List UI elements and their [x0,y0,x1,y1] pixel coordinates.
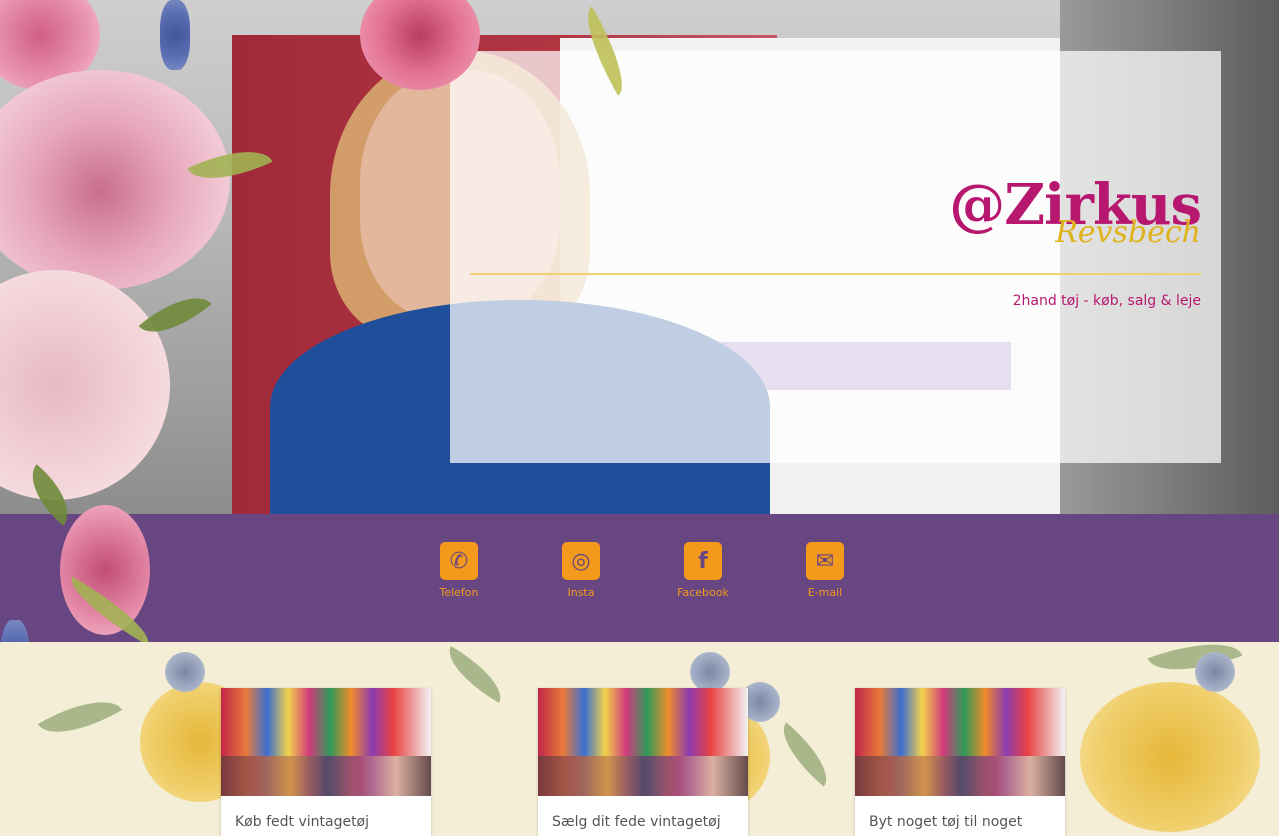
instagram-icon: ◎ [562,542,600,580]
card-title: Byt noget tøj til noget [869,814,1023,830]
service-card-swap[interactable]: Byt noget tøj til noget [855,688,1065,836]
phone-link[interactable]: ✆ Telefon [419,542,499,599]
pattern-leaf [770,722,840,787]
email-link[interactable]: ✉ E-mail [785,542,865,599]
services-section: Køb fedt vintagetøj Sælg dit fede vintag… [0,642,1279,836]
pattern-berry [690,652,730,692]
envelope-icon: ✉ [806,542,844,580]
clothing-rack-image [855,688,1065,796]
divider-line [470,273,1201,275]
email-label: E-mail [807,586,843,599]
tagline: 2hand tøj - køb, salg & leje [1012,293,1201,309]
card-title: Sælg dit fede vintagetøj [552,814,721,830]
service-card-buy[interactable]: Køb fedt vintagetøj [221,688,431,836]
site-logo[interactable]: @Zirkus Revsbech [949,177,1202,250]
phone-icon: ✆ [440,542,478,580]
phone-label: Telefon [439,586,479,599]
social-links-bar: ✆ Telefon ◎ Insta f Facebook ✉ E-mail [0,514,1279,642]
facebook-label: Facebook [677,586,729,599]
pattern-berry [1195,652,1235,692]
grape-hyacinth-decoration [160,0,190,70]
service-card-sell[interactable]: Sælg dit fede vintagetøj [538,688,748,836]
pattern-leaf [37,684,123,750]
pattern-berry [165,652,205,692]
instagram-label: Insta [567,586,595,599]
clothing-rack-image [221,688,431,796]
clothing-rack-image [538,688,748,796]
pattern-flower [1080,682,1260,832]
card-title: Køb fedt vintagetøj [235,814,370,830]
hero-overlay-panel: @Zirkus Revsbech 2hand tøj - køb, salg &… [450,51,1221,463]
facebook-link[interactable]: f Facebook [663,542,743,599]
pattern-leaf [438,646,512,703]
facebook-icon: f [684,542,722,580]
instagram-link[interactable]: ◎ Insta [541,542,621,599]
